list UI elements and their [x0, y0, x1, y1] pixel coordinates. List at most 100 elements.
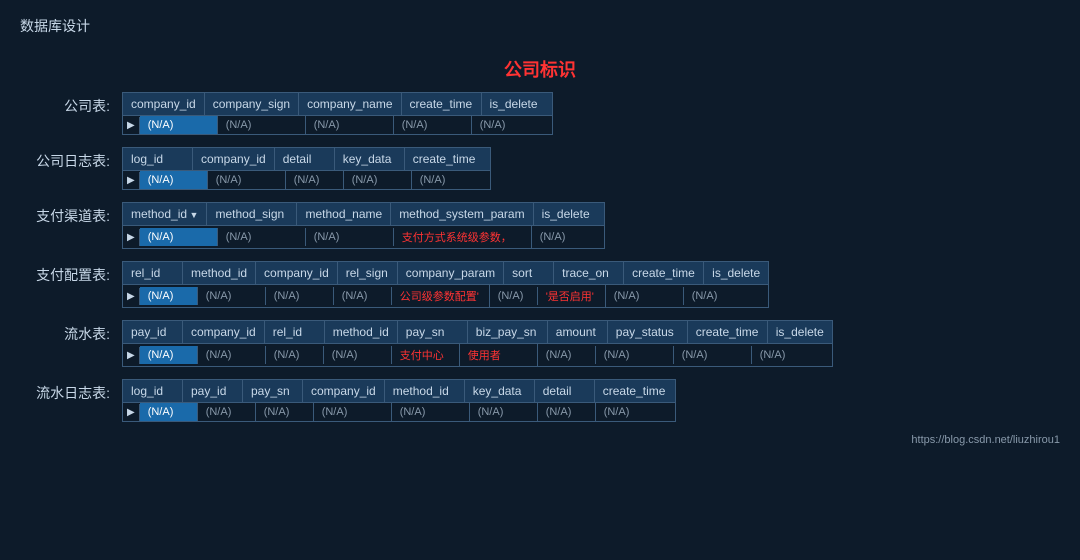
cell-4-0-5: 使用者 [460, 344, 538, 366]
cell-4-0-4: 支付中心 [392, 344, 460, 366]
cell-5-0-7: (N/A) [596, 403, 674, 421]
cell-4-0-2: (N/A) [266, 346, 324, 364]
header-col-5-4: method_id [385, 380, 465, 402]
cell-3-0-6: '是否启用' [538, 285, 606, 307]
cell-3-0-0: (N/A) [140, 287, 198, 305]
cell-3-0-4: 公司级参数配置' [392, 285, 490, 307]
table-row-3-0: ▶(N/A)(N/A)(N/A)(N/A)公司级参数配置'(N/A)'是否启用'… [123, 285, 768, 307]
cell-3-0-2: (N/A) [266, 287, 334, 305]
table-label-0: 公司表: [20, 92, 110, 116]
row-arrow-0-0: ▶ [123, 117, 140, 134]
table-section-1: 公司日志表: log_idcompany_iddetailkey_datacrea… [20, 147, 1060, 190]
cell-1-0-0: (N/A) [140, 171, 208, 189]
table-section-0: 公司表: company_idcompany_signcompany_namecr… [20, 92, 1060, 135]
cell-5-0-2: (N/A) [256, 403, 314, 421]
table-label-5: 流水日志表: [20, 379, 110, 403]
header-col-5-3: company_id [303, 380, 385, 402]
header-col-3-4: company_param [398, 262, 504, 284]
cell-0-0-4: (N/A) [472, 116, 540, 134]
header-col-5-5: key_data [465, 380, 535, 402]
row-arrow-4-0: ▶ [123, 347, 140, 364]
cell-1-0-1: (N/A) [208, 171, 286, 189]
table-section-2: 支付渠道表:method_idmethod_signmethod_namemet… [20, 202, 1060, 249]
cell-0-0-3: (N/A) [394, 116, 472, 134]
cell-5-0-3: (N/A) [314, 403, 392, 421]
cell-4-0-9: (N/A) [752, 346, 810, 364]
table-header-5: log_idpay_idpay_sncompany_idmethod_idkey… [123, 380, 675, 403]
cell-4-0-1: (N/A) [198, 346, 266, 364]
header-col-1-4: create_time [405, 148, 485, 170]
header-col-5-0: log_id [123, 380, 183, 402]
page-title: 数据库设计 [20, 16, 1060, 36]
cell-0-0-1: (N/A) [218, 116, 306, 134]
cell-2-0-0: (N/A) [140, 228, 218, 246]
cell-3-0-1: (N/A) [198, 287, 266, 305]
header-col-4-9: is_delete [768, 321, 832, 343]
table-row-4-0: ▶(N/A)(N/A)(N/A)(N/A)支付中心使用者(N/A)(N/A)(N… [123, 344, 832, 366]
cell-4-0-7: (N/A) [596, 346, 674, 364]
header-col-4-4: pay_sn [398, 321, 468, 343]
cell-3-0-8: (N/A) [684, 287, 742, 305]
cell-4-0-8: (N/A) [674, 346, 752, 364]
row-arrow-3-0: ▶ [123, 288, 140, 305]
cell-5-0-5: (N/A) [470, 403, 538, 421]
header-col-5-2: pay_sn [243, 380, 303, 402]
header-col-0-2: company_name [299, 93, 401, 115]
header-col-1-3: key_data [335, 148, 405, 170]
header-col-1-1: company_id [193, 148, 275, 170]
table-header-3: rel_idmethod_idcompany_idrel_signcompany… [123, 262, 768, 285]
header-col-1-0: log_id [123, 148, 193, 170]
db-table-5: log_idpay_idpay_sncompany_idmethod_idkey… [122, 379, 676, 422]
center-label: 公司标识 [20, 56, 1060, 82]
header-col-4-1: company_id [183, 321, 265, 343]
header-col-2-3: method_system_param [391, 203, 533, 225]
header-col-3-5: sort [504, 262, 554, 284]
cell-2-0-1: (N/A) [218, 228, 306, 246]
cell-4-0-3: (N/A) [324, 346, 392, 364]
header-col-4-6: amount [548, 321, 608, 343]
cell-5-0-1: (N/A) [198, 403, 256, 421]
cell-2-0-3: 支付方式系统级参数， [394, 226, 532, 248]
header-col-2-0: method_id [123, 203, 207, 225]
header-col-4-3: method_id [325, 321, 398, 343]
header-col-3-7: create_time [624, 262, 704, 284]
table-row-0-0: ▶(N/A)(N/A)(N/A)(N/A)(N/A) [123, 116, 552, 134]
cell-1-0-3: (N/A) [344, 171, 412, 189]
cell-4-0-0: (N/A) [140, 346, 198, 364]
table-header-1: log_idcompany_iddetailkey_datacreate_tim… [123, 148, 490, 171]
header-col-4-5: biz_pay_sn [468, 321, 548, 343]
header-col-2-1: method_sign [207, 203, 297, 225]
db-table-4: pay_idcompany_idrel_idmethod_idpay_snbiz… [122, 320, 833, 367]
header-col-1-2: detail [275, 148, 335, 170]
header-col-2-4: is_delete [534, 203, 604, 225]
header-col-5-6: detail [535, 380, 595, 402]
header-col-3-3: rel_sign [338, 262, 398, 284]
header-col-4-2: rel_id [265, 321, 325, 343]
cell-1-0-4: (N/A) [412, 171, 490, 189]
cell-5-0-4: (N/A) [392, 403, 470, 421]
cell-4-0-6: (N/A) [538, 346, 596, 364]
header-col-4-7: pay_status [608, 321, 688, 343]
table-label-1: 公司日志表: [20, 147, 110, 171]
table-row-1-0: ▶(N/A)(N/A)(N/A)(N/A)(N/A) [123, 171, 490, 189]
header-col-3-0: rel_id [123, 262, 183, 284]
db-table-2: method_idmethod_signmethod_namemethod_sy… [122, 202, 605, 249]
db-table-0: company_idcompany_signcompany_namecreate… [122, 92, 553, 135]
table-header-4: pay_idcompany_idrel_idmethod_idpay_snbiz… [123, 321, 832, 344]
cell-5-0-0: (N/A) [140, 403, 198, 421]
cell-1-0-2: (N/A) [286, 171, 344, 189]
header-col-4-8: create_time [688, 321, 768, 343]
header-col-3-2: company_id [256, 262, 338, 284]
header-col-0-3: create_time [402, 93, 482, 115]
table-row-5-0: ▶(N/A)(N/A)(N/A)(N/A)(N/A)(N/A)(N/A)(N/A… [123, 403, 675, 421]
header-col-2-2: method_name [297, 203, 391, 225]
table-section-3: 支付配置表:rel_idmethod_idcompany_idrel_signc… [20, 261, 1060, 308]
db-table-1: log_idcompany_iddetailkey_datacreate_tim… [122, 147, 491, 190]
cell-3-0-7: (N/A) [606, 287, 684, 305]
table-header-0: company_idcompany_signcompany_namecreate… [123, 93, 552, 116]
table-row-2-0: ▶(N/A)(N/A)(N/A)支付方式系统级参数，(N/A) [123, 226, 604, 248]
cell-5-0-6: (N/A) [538, 403, 596, 421]
header-col-3-6: trace_on [554, 262, 624, 284]
header-col-0-0: company_id [123, 93, 205, 115]
cell-3-0-3: (N/A) [334, 287, 392, 305]
